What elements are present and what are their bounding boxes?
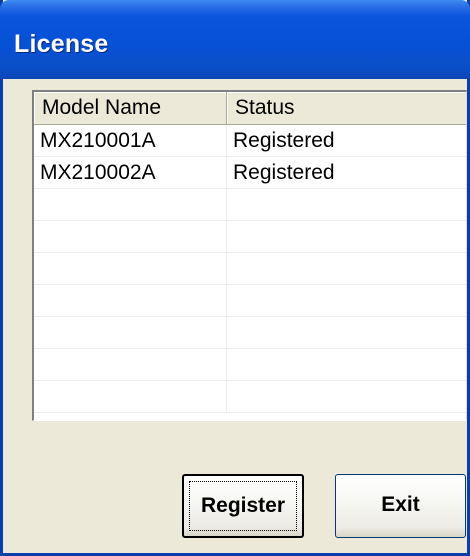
model-name-cell [34, 221, 227, 253]
model-name-cell: MX210001A [34, 125, 227, 157]
exit-button[interactable]: Exit [335, 474, 466, 538]
list-row-empty [34, 317, 466, 349]
list-row-empty [34, 189, 466, 221]
list-rows: MX210001A Registered MX210002A Registere… [34, 125, 466, 413]
status-cell [227, 253, 465, 285]
list-row-empty [34, 349, 466, 381]
register-button[interactable]: Register [182, 474, 304, 538]
list-row[interactable]: MX210002A Registered [34, 157, 466, 189]
column-header-model-name[interactable]: Model Name [34, 92, 227, 124]
model-name-cell [34, 349, 227, 381]
list-row-empty [34, 253, 466, 285]
exit-button-label: Exit [381, 493, 420, 516]
window-title: License [14, 30, 109, 58]
status-cell: Registered [233, 161, 335, 184]
model-name-cell [34, 253, 227, 285]
list-header: Model Name Status [34, 92, 466, 125]
license-window: License Model Name Status MX210001A Regi… [0, 0, 470, 556]
status-cell [227, 221, 465, 253]
model-name-cell [34, 317, 227, 349]
model-name-cell [34, 381, 227, 413]
model-name-cell: MX210002A [34, 157, 227, 189]
status-cell: Registered [233, 129, 335, 152]
model-name-cell [34, 285, 227, 317]
column-header-status[interactable]: Status [227, 92, 465, 124]
status-cell [227, 189, 465, 221]
list-row-empty [34, 285, 466, 317]
register-button-label: Register [200, 494, 286, 517]
status-cell [227, 317, 465, 349]
list-row[interactable]: MX210001A Registered [34, 125, 466, 157]
status-cell [227, 349, 465, 381]
license-list[interactable]: Model Name Status MX210001A Registered M… [32, 90, 467, 421]
list-row-empty [34, 221, 466, 253]
status-cell [227, 381, 465, 413]
title-bar[interactable]: License [0, 0, 470, 79]
status-cell [227, 285, 465, 317]
dialog-body: Model Name Status MX210001A Registered M… [3, 79, 467, 553]
list-row-empty [34, 381, 466, 413]
model-name-cell [34, 189, 227, 221]
